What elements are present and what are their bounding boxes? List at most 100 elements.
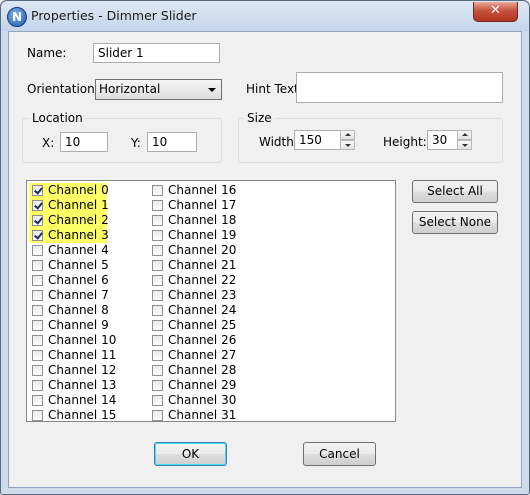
channel-checkbox[interactable] bbox=[152, 305, 163, 316]
location-x-field[interactable]: 10 bbox=[60, 132, 108, 152]
window-title: Properties - Dimmer Slider bbox=[31, 8, 197, 23]
channel-item[interactable]: Channel 12 bbox=[29, 363, 129, 378]
channel-checkbox[interactable] bbox=[152, 275, 163, 286]
height-spinner[interactable] bbox=[457, 130, 472, 150]
channel-checkbox[interactable] bbox=[32, 410, 43, 421]
channel-item[interactable]: Channel 30 bbox=[149, 393, 249, 408]
channel-checkbox-checked[interactable] bbox=[32, 200, 43, 211]
width-increment-button[interactable] bbox=[340, 130, 355, 140]
channel-label: Channel 26 bbox=[168, 333, 237, 347]
location-x-label: X: bbox=[42, 136, 55, 150]
channel-checkbox[interactable] bbox=[152, 395, 163, 406]
channel-checkbox-checked[interactable] bbox=[32, 185, 43, 196]
channel-checkbox[interactable] bbox=[32, 380, 43, 391]
channel-item[interactable]: Channel 20 bbox=[149, 243, 249, 258]
height-decrement-button[interactable] bbox=[457, 140, 472, 150]
title-bar[interactable]: N Properties - Dimmer Slider ✕ bbox=[1, 1, 529, 31]
name-label: Name: bbox=[27, 46, 67, 60]
channel-label: Channel 13 bbox=[48, 378, 117, 392]
channel-item[interactable]: Channel 9 bbox=[29, 318, 129, 333]
channel-item[interactable]: Channel 17 bbox=[149, 198, 249, 213]
channel-item[interactable]: Channel 19 bbox=[149, 228, 249, 243]
channel-item[interactable]: Channel 5 bbox=[29, 258, 129, 273]
cancel-button[interactable]: Cancel bbox=[303, 442, 376, 466]
hint-text-label: Hint Text: bbox=[246, 82, 303, 96]
channel-item[interactable]: Channel 2 bbox=[29, 213, 109, 228]
channel-checkbox[interactable] bbox=[32, 365, 43, 376]
channel-checkbox[interactable] bbox=[152, 245, 163, 256]
channel-item[interactable]: Channel 3 bbox=[29, 228, 109, 243]
close-button[interactable]: ✕ bbox=[473, 2, 518, 22]
width-spinner[interactable] bbox=[340, 130, 355, 150]
channel-checkbox[interactable] bbox=[152, 410, 163, 421]
channel-label: Channel 7 bbox=[48, 288, 109, 302]
channel-item[interactable]: Channel 7 bbox=[29, 288, 129, 303]
channel-checkbox[interactable] bbox=[152, 185, 163, 196]
channel-checkbox[interactable] bbox=[32, 260, 43, 271]
orientation-dropdown[interactable]: Horizontal bbox=[95, 79, 222, 100]
hint-text-field[interactable] bbox=[296, 72, 503, 103]
channel-checkbox[interactable] bbox=[152, 215, 163, 226]
channel-checkbox[interactable] bbox=[152, 230, 163, 241]
channel-checkbox[interactable] bbox=[152, 380, 163, 391]
channel-item[interactable]: Channel 31 bbox=[149, 408, 249, 423]
channel-item[interactable]: Channel 11 bbox=[29, 348, 129, 363]
channel-checkbox[interactable] bbox=[32, 335, 43, 346]
channel-item[interactable]: Channel 18 bbox=[149, 213, 249, 228]
width-decrement-button[interactable] bbox=[340, 140, 355, 150]
channel-checklist[interactable]: Channel 0 Channel 1 Channel 2 Channel 3 Chan… bbox=[26, 180, 396, 422]
channel-checkbox[interactable] bbox=[32, 275, 43, 286]
channel-item[interactable]: Channel 6 bbox=[29, 273, 129, 288]
channel-item[interactable]: Channel 8 bbox=[29, 303, 129, 318]
channel-item[interactable]: Channel 16 bbox=[149, 183, 249, 198]
channel-label: Channel 28 bbox=[168, 363, 237, 377]
ok-button[interactable]: OK bbox=[154, 442, 227, 466]
channel-item[interactable]: Channel 24 bbox=[149, 303, 249, 318]
channel-checkbox[interactable] bbox=[32, 245, 43, 256]
location-y-field[interactable]: 10 bbox=[147, 132, 197, 152]
channel-item[interactable]: Channel 13 bbox=[29, 378, 129, 393]
channel-label: Channel 30 bbox=[168, 393, 237, 407]
channel-checkbox[interactable] bbox=[152, 200, 163, 211]
channel-checkbox[interactable] bbox=[152, 290, 163, 301]
channel-item[interactable]: Channel 1 bbox=[29, 198, 109, 213]
channel-checkbox[interactable] bbox=[152, 320, 163, 331]
channel-item[interactable]: Channel 25 bbox=[149, 318, 249, 333]
channel-checkbox[interactable] bbox=[152, 365, 163, 376]
height-field[interactable]: 30 bbox=[427, 130, 458, 150]
channel-checkbox[interactable] bbox=[152, 335, 163, 346]
channel-item[interactable]: Channel 23 bbox=[149, 288, 249, 303]
channel-checkbox[interactable] bbox=[32, 350, 43, 361]
channel-checkbox[interactable] bbox=[32, 395, 43, 406]
channel-label: Channel 23 bbox=[168, 288, 237, 302]
channel-label: Channel 1 bbox=[48, 198, 109, 212]
channel-checkbox[interactable] bbox=[32, 305, 43, 316]
channel-label: Channel 18 bbox=[168, 213, 237, 227]
channel-item[interactable]: Channel 27 bbox=[149, 348, 249, 363]
channel-item[interactable]: Channel 0 bbox=[29, 183, 109, 198]
channel-item[interactable]: Channel 29 bbox=[149, 378, 249, 393]
channel-item[interactable]: Channel 14 bbox=[29, 393, 129, 408]
channel-item[interactable]: Channel 28 bbox=[149, 363, 249, 378]
channel-item[interactable]: Channel 22 bbox=[149, 273, 249, 288]
channel-label: Channel 12 bbox=[48, 363, 117, 377]
width-field[interactable]: 150 bbox=[294, 130, 341, 150]
channel-checkbox[interactable] bbox=[152, 260, 163, 271]
select-all-button[interactable]: Select All bbox=[412, 180, 498, 203]
channel-checkbox[interactable] bbox=[152, 350, 163, 361]
channel-checkbox[interactable] bbox=[32, 290, 43, 301]
select-none-button[interactable]: Select None bbox=[412, 211, 498, 234]
name-field[interactable]: Slider 1 bbox=[93, 43, 220, 63]
channel-item[interactable]: Channel 26 bbox=[149, 333, 249, 348]
orientation-value: Horizontal bbox=[99, 82, 161, 96]
height-increment-button[interactable] bbox=[457, 130, 472, 140]
app-logo-icon: N bbox=[7, 7, 27, 27]
channel-item[interactable]: Channel 21 bbox=[149, 258, 249, 273]
channel-item[interactable]: Channel 4 bbox=[29, 243, 129, 258]
channel-checkbox-checked[interactable] bbox=[32, 230, 43, 241]
channel-checkbox[interactable] bbox=[32, 320, 43, 331]
channel-item[interactable]: Channel 10 bbox=[29, 333, 129, 348]
channel-item[interactable]: Channel 15 bbox=[29, 408, 129, 423]
channel-checkbox-checked[interactable] bbox=[32, 215, 43, 226]
channel-label: Channel 0 bbox=[48, 183, 109, 197]
